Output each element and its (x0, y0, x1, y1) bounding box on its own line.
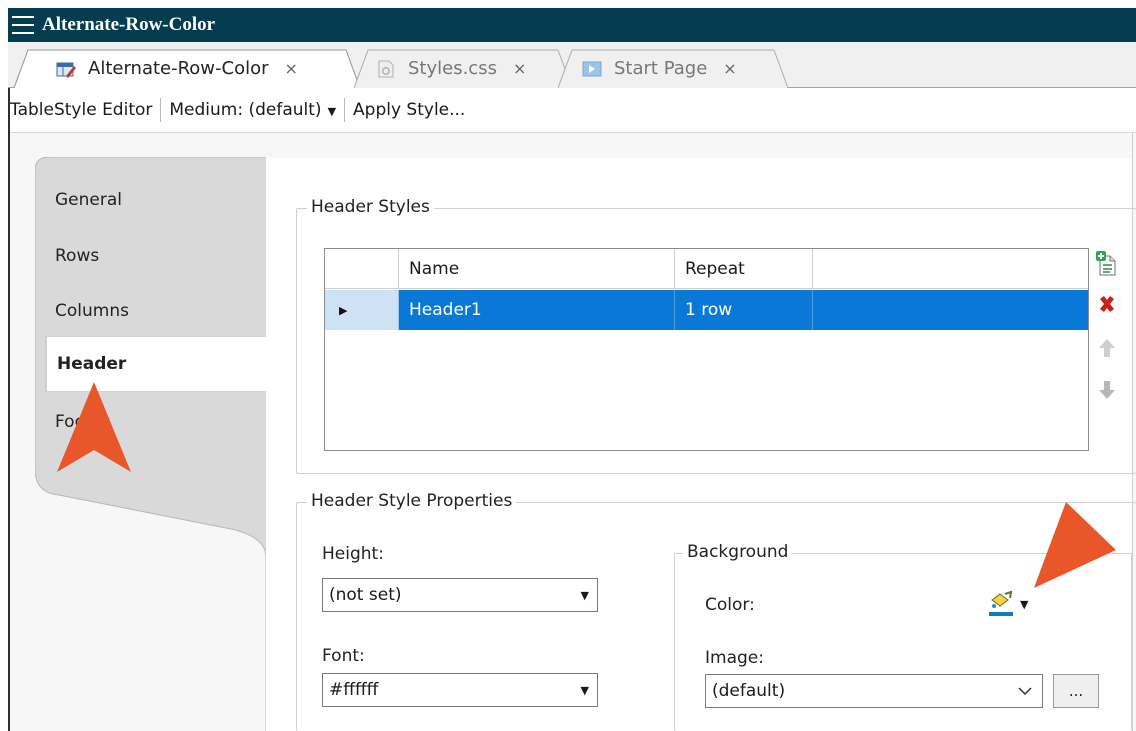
tablestyle-editor-label: TableStyle Editor (10, 100, 153, 120)
tab-alternate-row-color[interactable]: Alternate-Row-Color × (14, 49, 366, 88)
document-tab-strip: Alternate-Row-Color × Styles.css × Start… (8, 42, 1136, 88)
move-up-arrow-icon[interactable] (1096, 335, 1118, 361)
background-legend: Background (683, 542, 793, 562)
grid-empty-area (325, 331, 1088, 450)
height-label: Height: (322, 544, 384, 564)
table-row[interactable]: ▶ Header1 1 row (325, 290, 1088, 330)
medium-dropdown[interactable]: Medium: (default) ▼ (161, 100, 344, 120)
row-indicator-icon: ▶ (325, 290, 399, 330)
editor-toolbar: TableStyle Editor Medium: (default) ▼ App… (8, 88, 1136, 132)
browse-image-button[interactable]: ... (1053, 674, 1099, 708)
hamburger-menu-icon[interactable] (12, 16, 34, 34)
css-file-icon (376, 60, 396, 78)
callout-arrow-icon (1034, 502, 1116, 588)
font-label: Font: (322, 646, 365, 666)
caret-down-icon: ▼ (580, 588, 589, 602)
close-icon[interactable]: × (285, 59, 298, 78)
close-icon[interactable]: × (513, 59, 526, 78)
grid-header-name[interactable]: Name (399, 249, 675, 288)
header-style-properties-legend: Header Style Properties (307, 491, 517, 511)
start-page-icon (582, 60, 602, 78)
color-label: Color: (705, 595, 755, 615)
image-dropdown[interactable]: (default) (705, 674, 1043, 708)
window-left-border (8, 88, 10, 731)
tab-start-page[interactable]: Start Page × (558, 49, 794, 88)
font-value: #ffffff (329, 680, 379, 700)
height-dropdown[interactable]: (not set) ▼ (322, 578, 598, 612)
apply-style-button[interactable]: Apply Style... (345, 100, 473, 120)
header-styles-legend: Header Styles (307, 197, 434, 217)
image-value: (default) (712, 681, 786, 701)
callout-arrow-icon (57, 382, 131, 472)
color-picker-button[interactable]: ▼ (988, 589, 1038, 619)
delete-x-icon[interactable] (1096, 291, 1118, 317)
add-style-icon[interactable] (1096, 250, 1118, 276)
row-repeat-cell[interactable]: 1 row (675, 290, 813, 330)
grid-header-row: Name Repeat (325, 249, 1088, 289)
sidebar-item-general[interactable]: General (55, 190, 122, 210)
window-title: Alternate-Row-Color (42, 14, 216, 35)
grid-header-repeat[interactable]: Repeat (675, 249, 813, 288)
tab-label: Alternate-Row-Color (88, 58, 269, 79)
caret-down-icon: ▼ (327, 105, 337, 118)
caret-down-icon: ▼ (580, 683, 589, 697)
tab-label: Start Page (614, 58, 708, 79)
tab-label: Styles.css (408, 58, 497, 79)
caret-down-icon: ▼ (1020, 597, 1029, 611)
tab-styles-css[interactable]: Styles.css × (354, 49, 578, 88)
chevron-down-icon (1018, 675, 1032, 707)
sidebar-item-columns[interactable]: Columns (55, 301, 129, 321)
row-name-cell[interactable]: Header1 (399, 290, 675, 330)
header-styles-grid: Name Repeat ▶ Header1 1 row (324, 248, 1089, 451)
title-bar: Alternate-Row-Color (8, 8, 1136, 42)
image-label: Image: (705, 648, 764, 668)
table-style-file-icon (56, 60, 76, 78)
row-filler-cell (813, 290, 1088, 330)
sidebar-item-rows[interactable]: Rows (55, 246, 99, 266)
medium-dropdown-label: Medium: (default) (169, 100, 322, 120)
font-dropdown[interactable]: #ffffff ▼ (322, 673, 598, 707)
close-icon[interactable]: × (723, 59, 736, 78)
move-down-arrow-icon[interactable] (1096, 377, 1118, 403)
grid-header-filler (813, 249, 1088, 288)
height-value: (not set) (329, 585, 402, 605)
grid-header-indicator (325, 249, 399, 288)
paint-bucket-icon (989, 590, 1013, 616)
